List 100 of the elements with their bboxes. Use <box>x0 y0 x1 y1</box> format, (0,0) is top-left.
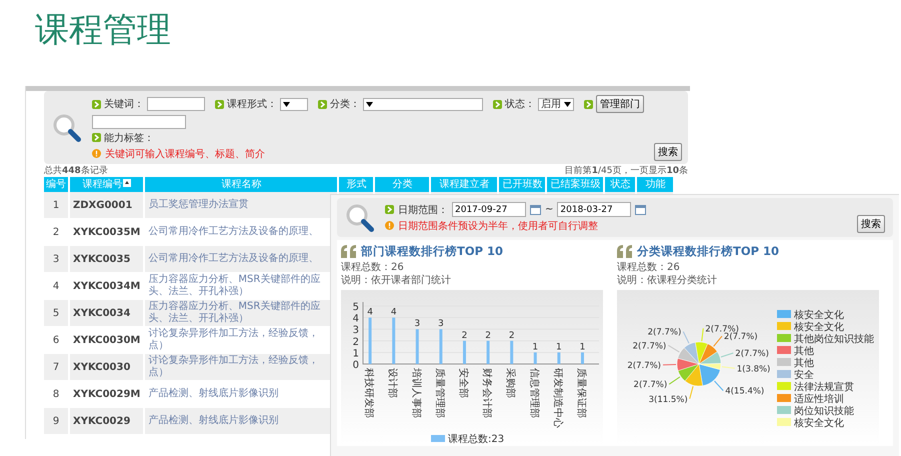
date-field[interactable]: 2018-03-27 <box>557 202 632 217</box>
search-button[interactable]: 搜索 <box>857 215 885 233</box>
bar <box>486 340 490 364</box>
data-label: 3 <box>438 319 444 330</box>
warning-icon <box>92 149 101 158</box>
bullet-icon <box>318 100 327 108</box>
leader-line <box>713 336 722 347</box>
legend-label: 核安全文化 <box>794 418 844 429</box>
table-cell: 员工奖惩管理办法宣贯 <box>145 192 338 219</box>
legend-label: 其他岗位知识技能 <box>794 334 874 345</box>
column-header: 形式 <box>339 177 374 192</box>
legend-swatch <box>777 334 791 342</box>
table-cell: XYKC0030 <box>70 354 144 381</box>
axis-label: 4 <box>352 314 359 325</box>
table-cell: 9 <box>44 408 68 435</box>
data-label: 2 <box>508 330 515 341</box>
axis-label: 0 <box>352 360 359 371</box>
table-cell: 3 <box>44 246 68 273</box>
bar <box>557 352 560 364</box>
legend-swatch <box>777 322 791 330</box>
legend-swatch <box>777 382 791 390</box>
column-header: 已结案班级 <box>547 177 604 192</box>
legend-swatch <box>777 358 791 366</box>
legend-label: 适应性培训 <box>794 394 844 405</box>
legend-swatch <box>777 370 791 378</box>
column-header: 课程编号 <box>70 177 144 192</box>
field-label: 课程形式： <box>227 98 277 111</box>
leader-line <box>682 331 690 344</box>
chart-title: 分类课程数排行榜TOP 10 <box>637 244 780 259</box>
bar <box>392 318 396 364</box>
legend-label: 课程总数:23 <box>448 434 504 445</box>
table-cell: 1 <box>44 192 68 219</box>
bar <box>510 340 514 364</box>
leader-line <box>720 352 734 358</box>
table-cell: 5 <box>44 300 68 327</box>
bullet-icon <box>92 100 101 108</box>
sort-icon <box>122 179 131 187</box>
warning-icon <box>385 221 394 230</box>
date-field[interactable]: 2017-09-27 <box>452 202 526 217</box>
table-cell: 7 <box>44 354 68 381</box>
legend-label: 其他 <box>794 358 814 369</box>
data-label: 2(7.7%) <box>634 380 668 390</box>
record-count: 总共448条记录 <box>44 165 108 177</box>
leader-line <box>689 386 694 400</box>
legend-label: 核安全文化 <box>794 310 844 321</box>
data-label: 2 <box>462 330 468 341</box>
column-header: 已开班数 <box>499 177 546 192</box>
stat-text: 说明：依课程分类统计 <box>617 274 718 287</box>
bullet-icon <box>215 100 224 108</box>
leader-line <box>721 366 736 369</box>
axis-label: 培训人事部 <box>410 368 422 418</box>
legend-label: 核安全文化 <box>794 322 844 333</box>
data-label: 4(15.4%) <box>725 386 764 397</box>
table-cell: ZDXG0001 <box>70 192 144 219</box>
field-label: 分类： <box>330 98 360 111</box>
quote-icon <box>341 245 357 258</box>
table-cell: XYKC0029 <box>70 408 144 435</box>
data-label: 3 <box>414 319 420 330</box>
data-label: 3(11.5%) <box>648 394 688 405</box>
axis-label: 研发制造中心 <box>552 368 563 428</box>
column-header: 课程建立者 <box>431 177 498 192</box>
legend-label: 法律法规宣贯 <box>794 382 854 393</box>
field-label: 关键词： <box>104 98 144 111</box>
search-button[interactable]: 搜索 <box>654 143 682 161</box>
dropdown[interactable]: 启用 <box>538 98 574 110</box>
legend-swatch <box>777 406 791 414</box>
bar <box>368 318 372 364</box>
field-label: 状态： <box>505 98 535 111</box>
table-cell: XYKC0035 <box>70 246 144 273</box>
caret-icon <box>564 102 571 106</box>
data-label: 2 <box>485 330 491 341</box>
chart-title: 部门课程数排行榜TOP 10 <box>361 244 504 259</box>
quote-icon <box>617 245 633 258</box>
data-label: 4 <box>367 308 373 318</box>
data-label: 1 <box>556 342 562 352</box>
hint-text: 日期范围条件预设为半年，使用者可自行调整 <box>398 220 598 232</box>
input-field[interactable] <box>147 97 205 111</box>
caret-icon <box>283 102 290 106</box>
axis-label: 5 <box>352 302 359 313</box>
data-label: 2(7.7%) <box>648 328 682 338</box>
calendar-icon <box>635 204 646 215</box>
button[interactable]: 管理部门 <box>596 95 644 113</box>
data-label: 2(7.7%) <box>627 360 661 371</box>
legend-swatch <box>777 394 791 402</box>
page-info: 目前第1/45页，一页显示10条 <box>564 165 688 177</box>
data-label: 1 <box>580 342 586 352</box>
axis-label: 信息管理部 <box>528 368 540 418</box>
legend-swatch <box>777 310 791 318</box>
column-header: 状态 <box>605 177 636 192</box>
bar <box>416 329 419 364</box>
caret-icon <box>366 102 373 106</box>
legend-label: 安全 <box>794 370 814 381</box>
leader-line <box>662 364 676 366</box>
dropdown[interactable] <box>280 98 308 110</box>
data-label: 1 <box>532 342 538 352</box>
legend-swatch <box>777 418 791 426</box>
bar <box>534 352 537 364</box>
search-icon <box>345 202 375 232</box>
input-field[interactable] <box>92 114 186 128</box>
column-header: 课程名称 <box>145 177 338 192</box>
